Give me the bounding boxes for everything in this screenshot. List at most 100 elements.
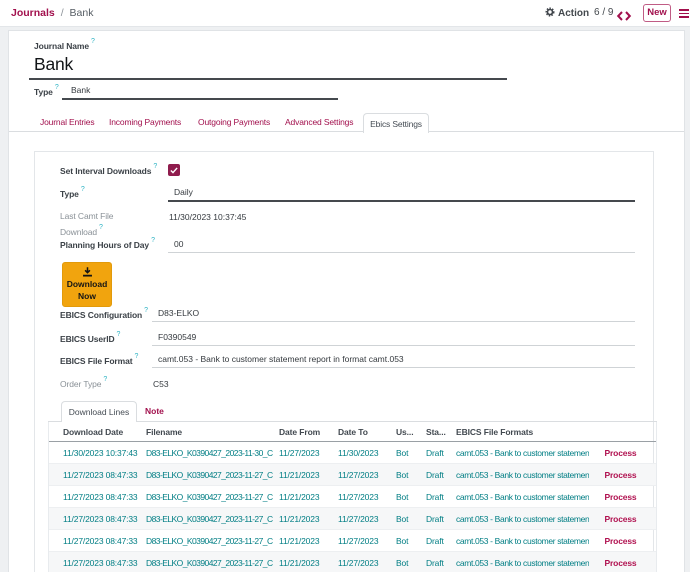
cell-filename[interactable]: D83-ELKO_K0390427_2023-11-27_C — [143, 558, 276, 568]
ebics-settings-group: Set Interval Downloads? Type? Daily Last… — [34, 151, 654, 572]
tab-outgoing-payments[interactable]: Outgoing Payments — [198, 112, 270, 132]
cell-date-to[interactable]: 11/30/2023 — [334, 448, 392, 458]
order-type-value: C53 — [153, 379, 169, 389]
table-row[interactable]: 11/30/2023 10:37:43D83-ELKO_K0390427_202… — [49, 442, 656, 464]
tab-incoming-payments[interactable]: Incoming Payments — [109, 112, 181, 132]
process-button[interactable]: Process — [589, 470, 652, 480]
cell-filename[interactable]: D83-ELKO_K0390427_2023-11-30_C — [143, 448, 276, 458]
breadcrumb-journals[interactable]: Journals — [11, 7, 55, 19]
cell-format[interactable]: camt.053 - Bank to customer statement re… — [452, 558, 589, 568]
interval-type-field[interactable]: Daily — [168, 185, 635, 202]
tab-journal-entries[interactable]: Journal Entries — [40, 112, 94, 132]
cell-state[interactable]: Draft — [421, 514, 452, 524]
col-user[interactable]: Us... — [392, 427, 421, 437]
cell-filename[interactable]: D83-ELKO_K0390427_2023-11-27_C — [143, 536, 276, 546]
cell-format[interactable]: camt.053 - Bank to customer statement re… — [452, 470, 589, 480]
process-button[interactable]: Process — [589, 492, 652, 502]
cell-date-to[interactable]: 11/27/2023 — [334, 514, 392, 524]
tab-advanced-settings[interactable]: Advanced Settings — [285, 112, 353, 132]
cell-download-date[interactable]: 11/27/2023 08:47:33 — [49, 536, 143, 546]
table-row[interactable]: 11/27/2023 08:47:33D83-ELKO_K0390427_202… — [49, 464, 656, 486]
journal-name-field[interactable]: Bank — [29, 53, 507, 80]
pager-next-icon[interactable] — [626, 12, 630, 20]
cell-state[interactable]: Draft — [421, 558, 452, 568]
set-interval-checkbox[interactable] — [168, 164, 180, 176]
col-date-from[interactable]: Date From — [276, 427, 334, 437]
new-button[interactable]: New — [643, 4, 671, 22]
cell-format[interactable]: camt.053 - Bank to customer statement re… — [452, 448, 589, 458]
col-filename[interactable]: Filename — [143, 427, 276, 437]
col-date-to[interactable]: Date To — [334, 427, 392, 437]
cell-date-from[interactable]: 11/27/2023 — [276, 448, 334, 458]
notebook-tabs: Journal Entries Incoming Payments Outgoi… — [9, 112, 684, 132]
cell-download-date[interactable]: 11/27/2023 08:47:33 — [49, 470, 143, 480]
ebics-configuration-field[interactable]: D83-ELKO — [152, 306, 635, 322]
cell-date-from[interactable]: 11/21/2023 — [276, 536, 334, 546]
cell-user[interactable]: Bot — [392, 536, 421, 546]
help-icon: ? — [55, 84, 59, 91]
download-now-button[interactable]: DownloadNow — [62, 262, 112, 307]
download-icon — [82, 267, 93, 277]
action-label: Action — [558, 8, 589, 19]
table-header-row: Download Date Filename Date From Date To… — [49, 422, 656, 442]
cell-filename[interactable]: D83-ELKO_K0390427_2023-11-27_C — [143, 492, 276, 502]
top-bar: Journals / Bank Action 6 / 9 New — [0, 0, 690, 27]
journal-type-label: Type? — [34, 86, 59, 97]
tab-download-lines[interactable]: Download Lines — [61, 401, 137, 422]
cell-state[interactable]: Draft — [421, 470, 452, 480]
ebics-userid-field[interactable]: F0390549 — [152, 330, 635, 346]
cell-format[interactable]: camt.053 - Bank to customer statement re… — [452, 536, 589, 546]
help-icon: ? — [99, 224, 103, 231]
cell-filename[interactable]: D83-ELKO_K0390427_2023-11-27_C — [143, 470, 276, 480]
col-ebics-file-formats[interactable]: EBICS File Formats — [452, 427, 589, 437]
tab-note[interactable]: Note — [145, 401, 164, 422]
ebics-userid-label: EBICS UserID? — [60, 333, 120, 344]
process-button[interactable]: Process — [589, 448, 652, 458]
cell-download-date[interactable]: 11/30/2023 10:37:43 — [49, 448, 143, 458]
process-button[interactable]: Process — [589, 514, 652, 524]
cell-download-date[interactable]: 11/27/2023 08:47:33 — [49, 492, 143, 502]
cell-date-to[interactable]: 11/27/2023 — [334, 470, 392, 480]
gear-icon — [545, 7, 555, 17]
cell-user[interactable]: Bot — [392, 558, 421, 568]
journal-name-label: Journal Name? — [34, 40, 95, 51]
table-row[interactable]: 11/27/2023 08:47:33D83-ELKO_K0390427_202… — [49, 552, 656, 572]
cell-state[interactable]: Draft — [421, 448, 452, 458]
process-button[interactable]: Process — [589, 558, 652, 568]
cell-date-from[interactable]: 11/21/2023 — [276, 514, 334, 524]
table-row[interactable]: 11/27/2023 08:47:33D83-ELKO_K0390427_202… — [49, 530, 656, 552]
col-state[interactable]: Sta... — [421, 427, 452, 437]
cell-date-to[interactable]: 11/27/2023 — [334, 558, 392, 568]
table-row[interactable]: 11/27/2023 08:47:33D83-ELKO_K0390427_202… — [49, 486, 656, 508]
planning-hours-field[interactable]: 00 — [168, 237, 635, 253]
cell-filename[interactable]: D83-ELKO_K0390427_2023-11-27_C — [143, 514, 276, 524]
cell-user[interactable]: Bot — [392, 492, 421, 502]
cell-download-date[interactable]: 11/27/2023 08:47:33 — [49, 514, 143, 524]
cell-date-from[interactable]: 11/21/2023 — [276, 470, 334, 480]
cell-state[interactable]: Draft — [421, 536, 452, 546]
action-menu[interactable]: Action — [545, 7, 589, 19]
cell-date-from[interactable]: 11/21/2023 — [276, 558, 334, 568]
pager-count: 6 / 9 — [594, 7, 613, 18]
cell-user[interactable]: Bot — [392, 448, 421, 458]
cell-user[interactable]: Bot — [392, 514, 421, 524]
help-icon: ? — [153, 163, 157, 170]
cell-format[interactable]: camt.053 - Bank to customer statement re… — [452, 492, 589, 502]
cell-state[interactable]: Draft — [421, 492, 452, 502]
tab-ebics-settings[interactable]: Ebics Settings — [363, 113, 429, 133]
journal-type-field[interactable]: Bank — [62, 83, 338, 100]
cell-user[interactable]: Bot — [392, 470, 421, 480]
pager-previous-icon[interactable] — [618, 12, 622, 20]
process-button[interactable]: Process — [589, 536, 652, 546]
help-icon: ? — [134, 353, 138, 360]
cell-download-date[interactable]: 11/27/2023 08:47:33 — [49, 558, 143, 568]
col-download-date[interactable]: Download Date — [49, 427, 143, 437]
ebics-file-format-field[interactable]: camt.053 - Bank to customer statement re… — [152, 352, 635, 368]
cell-date-to[interactable]: 11/27/2023 — [334, 492, 392, 502]
cell-date-to[interactable]: 11/27/2023 — [334, 536, 392, 546]
cell-format[interactable]: camt.053 - Bank to customer statement re… — [452, 514, 589, 524]
table-row[interactable]: 11/27/2023 08:47:33D83-ELKO_K0390427_202… — [49, 508, 656, 530]
cell-date-from[interactable]: 11/21/2023 — [276, 492, 334, 502]
help-icon: ? — [144, 307, 148, 314]
menu-icon[interactable] — [679, 9, 689, 18]
